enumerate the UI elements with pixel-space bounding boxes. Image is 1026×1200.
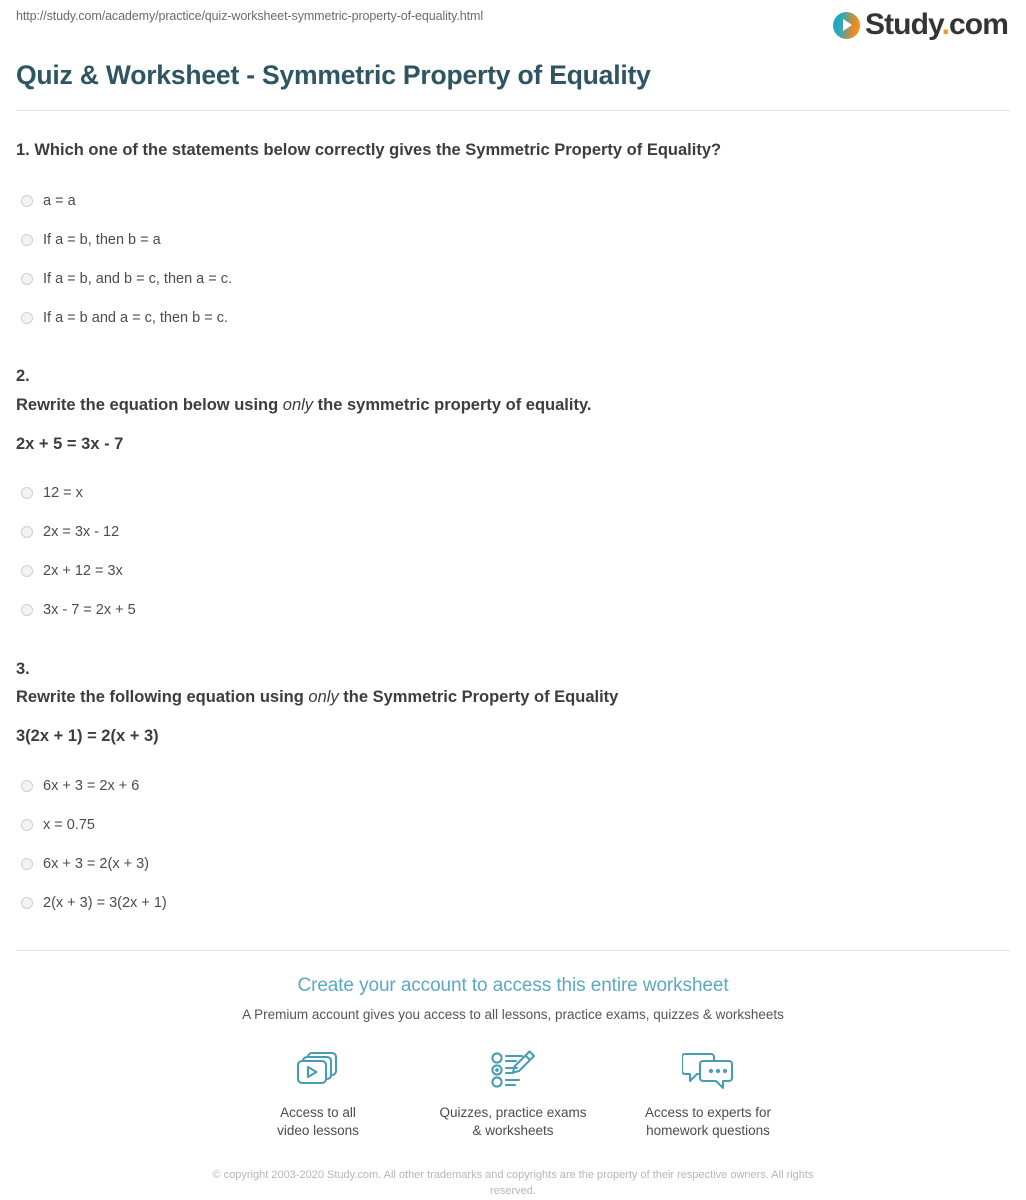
option-label: 2x + 12 = 3x <box>43 563 123 580</box>
quiz-pencil-icon <box>422 1046 605 1094</box>
question-2-prompt-before: Rewrite the equation below using <box>16 395 283 414</box>
question-block-1: 1. Which one of the statements below cor… <box>16 139 1010 337</box>
page-header: http://study.com/academy/practice/quiz-w… <box>0 0 1026 46</box>
option-label: If a = b and a = c, then b = c. <box>43 309 229 326</box>
option-row[interactable]: If a = b and a = c, then b = c. <box>16 298 1010 337</box>
logo-dot: . <box>941 8 950 41</box>
feature-label: Access to all video lessons <box>277 1105 359 1139</box>
page-title: Quiz & Worksheet - Symmetric Property of… <box>16 60 651 90</box>
option-label: If a = b, then b = a <box>43 231 161 248</box>
option-row[interactable]: 6x + 3 = 2(x + 3) <box>16 844 1010 883</box>
feature-experts: Access to experts for homework questions <box>611 1046 806 1140</box>
radio-button-icon[interactable] <box>21 194 33 207</box>
radio-button-icon[interactable] <box>21 604 33 617</box>
question-2-equation: 2x + 5 = 3x - 7 <box>16 434 124 453</box>
option-row[interactable]: 12 = x <box>16 474 1010 513</box>
study-com-logo[interactable]: Study.com <box>832 8 1009 41</box>
page-url: http://study.com/academy/practice/quiz-w… <box>16 9 483 23</box>
question-block-2: 2. Rewrite the equation below using only… <box>16 365 1010 630</box>
option-label: 2x = 3x - 12 <box>43 524 120 541</box>
option-row[interactable]: a = a <box>16 181 1010 220</box>
question-1-prompt: Which one of the statements below correc… <box>34 141 722 159</box>
radio-button-icon[interactable] <box>21 779 33 792</box>
feature-label: Access to experts for homework questions <box>644 1105 772 1139</box>
option-row[interactable]: 3x - 7 = 2x + 5 <box>16 591 1010 630</box>
option-row[interactable]: 2(x + 3) = 3(2x + 1) <box>16 883 1010 922</box>
option-label: 3x - 7 = 2x + 5 <box>43 602 136 619</box>
question-3-equation: 3(2x + 1) = 2(x + 3) <box>16 727 159 746</box>
option-row[interactable]: 2x = 3x - 12 <box>16 513 1010 552</box>
chat-bubbles-icon <box>617 1046 800 1094</box>
promo-section: Create your account to access this entir… <box>0 951 1026 1200</box>
logo-word-study: Study <box>864 8 943 41</box>
radio-button-icon[interactable] <box>21 311 33 324</box>
question-block-3: 3. Rewrite the following equation using … <box>16 658 1010 923</box>
logo-wordmark: Study.com <box>864 8 1009 41</box>
questions-container: 1. Which one of the statements below cor… <box>0 139 1026 922</box>
option-label: 6x + 3 = 2(x + 3) <box>43 855 149 872</box>
option-row[interactable]: 6x + 3 = 2x + 6 <box>16 766 1010 805</box>
option-row[interactable]: If a = b, and b = c, then a = c. <box>16 259 1010 298</box>
promo-subtitle: A Premium account gives you access to al… <box>242 1007 784 1023</box>
feature-label: Quizzes, practice exams & worksheets <box>439 1105 587 1139</box>
radio-button-icon[interactable] <box>21 526 33 539</box>
promo-features: Access to all video lessons Quizzes, pra… <box>0 1046 1026 1140</box>
option-label: 2(x + 3) = 3(2x + 1) <box>43 894 167 911</box>
radio-button-icon[interactable] <box>21 896 33 909</box>
feature-quizzes: Quizzes, practice exams & worksheets <box>416 1046 611 1140</box>
question-1-number: 1. <box>16 141 30 159</box>
video-lessons-icon <box>227 1046 410 1094</box>
question-3-number: 3. <box>16 659 30 678</box>
radio-button-icon[interactable] <box>21 565 33 578</box>
radio-button-icon[interactable] <box>21 233 33 246</box>
option-label: x = 0.75 <box>43 816 95 833</box>
question-2-prompt-emphasis: only <box>282 395 314 414</box>
radio-button-icon[interactable] <box>21 487 33 500</box>
create-account-link[interactable]: Create your account to access this entir… <box>297 975 728 997</box>
option-label: If a = b, and b = c, then a = c. <box>43 270 233 287</box>
question-1-heading: 1. Which one of the statements below cor… <box>16 139 1010 161</box>
question-2-options: 12 = x 2x = 3x - 12 2x + 12 = 3x 3x - 7 … <box>16 474 1010 630</box>
title-divider <box>16 110 1010 111</box>
question-3-prompt: Rewrite the following equation using onl… <box>16 686 1010 708</box>
logo-word-com: com <box>949 8 1009 41</box>
option-label: 12 = x <box>43 485 83 502</box>
radio-button-icon[interactable] <box>21 818 33 831</box>
question-2-number: 2. <box>16 367 30 386</box>
option-row[interactable]: x = 0.75 <box>16 805 1010 844</box>
question-3-prompt-emphasis: only <box>308 688 339 707</box>
question-3-prompt-after: the Symmetric Property of Equality <box>338 688 619 707</box>
question-1-options: a = a If a = b, then b = a If a = b, and… <box>16 181 1010 337</box>
radio-button-icon[interactable] <box>21 857 33 870</box>
option-label: a = a <box>43 192 76 209</box>
copyright-text: © copyright 2003-2020 Study.com. All oth… <box>212 1169 814 1198</box>
option-row[interactable]: 2x + 12 = 3x <box>16 552 1010 591</box>
question-3-options: 6x + 3 = 2x + 6 x = 0.75 6x + 3 = 2(x + … <box>16 766 1010 922</box>
option-row[interactable]: If a = b, then b = a <box>16 220 1010 259</box>
question-3-prompt-before: Rewrite the following equation using <box>16 688 309 707</box>
option-label: 6x + 3 = 2x + 6 <box>43 777 140 794</box>
question-2-prompt: Rewrite the equation below using only th… <box>16 394 1010 416</box>
play-circle-icon <box>832 11 860 39</box>
feature-video-lessons: Access to all video lessons <box>221 1046 416 1140</box>
question-2-prompt-after: the symmetric property of equality. <box>313 395 592 414</box>
radio-button-icon[interactable] <box>21 272 33 285</box>
